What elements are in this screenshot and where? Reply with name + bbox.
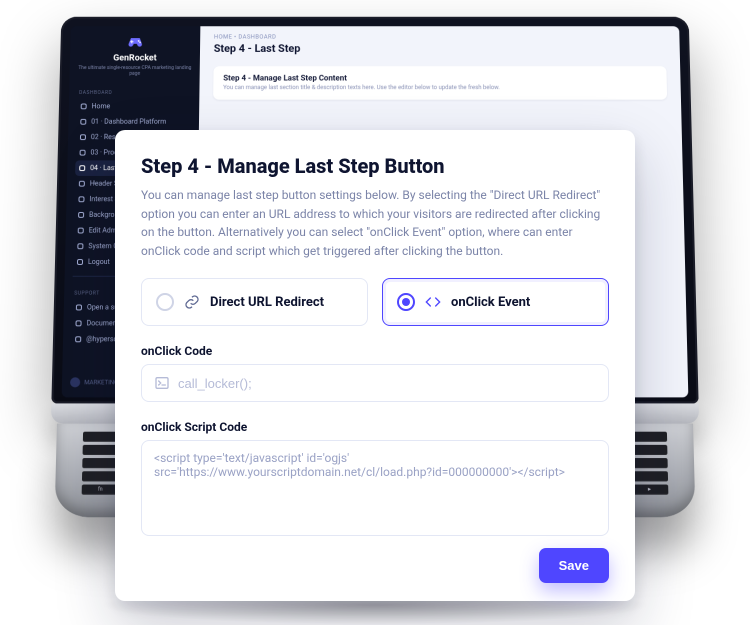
onclick-script-textarea[interactable] xyxy=(141,440,609,536)
item-icon xyxy=(79,165,85,171)
onclick-code-input[interactable] xyxy=(178,376,596,391)
brand-tagline: The ultimate single-resource CPA marketi… xyxy=(77,65,191,76)
code-icon xyxy=(425,294,441,310)
onclick-script-label: onClick Script Code xyxy=(141,420,609,434)
onclick-code-input-wrap[interactable] xyxy=(141,364,609,402)
content-card-desc: You can manage last section title & desc… xyxy=(223,84,657,91)
item-icon xyxy=(78,196,84,202)
item-icon xyxy=(79,180,85,186)
sidebar-item-home[interactable]: Home xyxy=(77,98,192,113)
option-label: Direct URL Redirect xyxy=(210,295,324,310)
onclick-code-label: onClick Code xyxy=(141,344,609,358)
modal-title: Step 4 - Manage Last Step Button xyxy=(141,154,609,178)
brand-block: GenRocket The ultimate single-resource C… xyxy=(77,35,192,76)
key-arrow-right: ► xyxy=(631,484,668,494)
key-fn: fn xyxy=(82,484,119,494)
ticket-icon xyxy=(76,304,82,310)
item-icon xyxy=(80,119,86,125)
option-direct-url[interactable]: Direct URL Redirect xyxy=(141,278,368,326)
option-label: onClick Event xyxy=(451,295,530,310)
item-icon xyxy=(80,149,86,155)
sidebar-section-dashboard: DASHBOARD xyxy=(79,90,192,96)
gamepad-icon xyxy=(126,35,144,48)
discord-icon xyxy=(75,336,81,342)
rhino-icon xyxy=(70,377,80,387)
content-card: Step 4 - Manage Last Step Content You ca… xyxy=(213,66,667,99)
save-button[interactable]: Save xyxy=(539,548,609,583)
brand-name: GenRocket xyxy=(78,53,192,63)
modal-description: You can manage last step button settings… xyxy=(141,186,609,260)
book-icon xyxy=(75,320,81,326)
item-icon xyxy=(78,212,84,218)
logout-icon xyxy=(77,259,83,265)
page-title: Step 4 - Last Step xyxy=(214,42,666,54)
breadcrumb: HOME • DASHBOARD Step 4 - Last Step xyxy=(200,26,680,58)
option-onclick-event[interactable]: onClick Event xyxy=(382,278,609,326)
link-icon xyxy=(184,294,200,310)
home-icon xyxy=(81,103,87,109)
item-icon xyxy=(78,227,84,233)
item-icon xyxy=(77,243,83,249)
radio-icon xyxy=(397,293,415,311)
radio-icon xyxy=(156,293,174,311)
sidebar-item-label: 01 · Dashboard Platform xyxy=(91,118,166,126)
content-card-title: Step 4 - Manage Last Step Content xyxy=(223,73,657,82)
terminal-icon xyxy=(154,375,170,391)
breadcrumb-top: HOME • DASHBOARD xyxy=(214,33,666,40)
settings-modal: Step 4 - Manage Last Step Button You can… xyxy=(115,130,635,601)
sidebar-item-label: Logout xyxy=(88,258,110,266)
sidebar-item-label: Home xyxy=(91,102,110,110)
sidebar-item-step1[interactable]: 01 · Dashboard Platform xyxy=(76,114,191,129)
item-icon xyxy=(80,134,86,140)
